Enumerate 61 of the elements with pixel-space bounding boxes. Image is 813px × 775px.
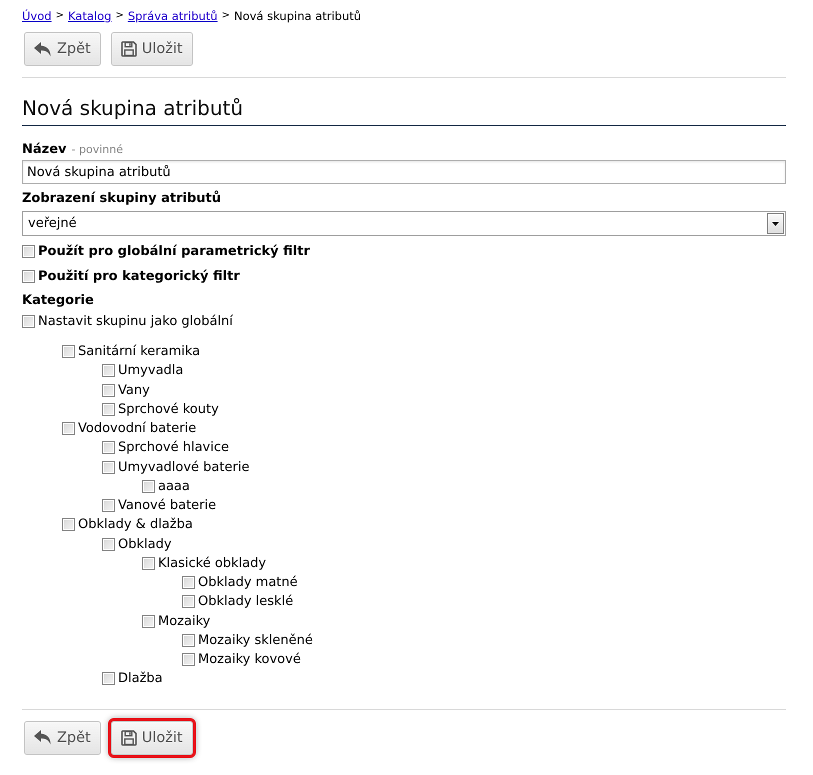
category-label[interactable]: Vanové baterie — [118, 498, 216, 514]
category-label[interactable]: Mozaiky kovové — [198, 652, 301, 668]
category-checkbox[interactable] — [102, 460, 115, 474]
category-checkbox[interactable] — [102, 672, 115, 686]
checkbox[interactable] — [22, 270, 35, 282]
breadcrumb-link[interactable]: Úvod — [22, 8, 52, 24]
back-button[interactable]: Zpět — [24, 720, 101, 754]
category-checkbox[interactable] — [62, 345, 75, 358]
category-label[interactable]: Obklady — [118, 536, 172, 552]
save-button[interactable]: Uložit — [110, 32, 193, 66]
checkbox-label[interactable]: Použít pro globální parametrický filtr — [38, 244, 310, 258]
breadcrumb-separator: > — [222, 9, 230, 23]
checkbox[interactable] — [22, 244, 35, 258]
category-label[interactable]: Vodovodní baterie — [78, 421, 196, 436]
category-checkbox[interactable] — [102, 538, 115, 551]
checkbox-label[interactable]: Použití pro kategorický filtr — [38, 268, 240, 284]
page-heading: Nová skupina atributů — [22, 96, 786, 126]
category-checkbox[interactable] — [62, 422, 75, 436]
section-label: Kategorie — [22, 293, 94, 309]
category-checkbox[interactable] — [182, 634, 195, 647]
reply-arrow-icon — [34, 42, 52, 56]
breadcrumb-link[interactable]: Správa atributů — [128, 8, 218, 24]
visibility-select[interactable]: veřejné — [22, 211, 786, 236]
breadcrumb-current: Nová skupina atributů — [234, 8, 362, 24]
category-label[interactable]: Sprchové kouty — [118, 402, 219, 417]
category-checkbox[interactable] — [182, 595, 195, 608]
category-label[interactable]: Umyvadla — [118, 363, 184, 378]
checkbox-label[interactable]: Nastavit skupinu jako globální — [38, 314, 233, 328]
category-label[interactable]: Obklady matné — [198, 575, 298, 590]
category-label[interactable]: Sanitární keramika — [78, 344, 200, 360]
category-checkbox[interactable] — [102, 384, 115, 397]
category-label[interactable]: Klasické obklady — [158, 556, 266, 571]
reply-arrow-icon — [34, 730, 52, 745]
category-label[interactable]: aaaa — [158, 478, 190, 494]
breadcrumb-separator: > — [115, 9, 124, 23]
back-button[interactable]: Zpět — [24, 32, 101, 66]
required-hint: - povinné — [72, 142, 123, 158]
category-checkbox[interactable] — [142, 614, 155, 628]
category-label[interactable]: Obklady & dlažba — [78, 517, 193, 532]
category-checkbox[interactable] — [142, 556, 155, 570]
category-checkbox[interactable] — [102, 402, 115, 416]
category-label[interactable]: Umyvadlové baterie — [118, 460, 250, 475]
category-checkbox[interactable] — [62, 518, 75, 532]
category-label[interactable]: Sprchové hlavice — [118, 440, 229, 456]
category-label[interactable]: Mozaiky — [158, 614, 210, 629]
category-label[interactable]: Obklady lesklé — [198, 594, 294, 610]
category-checkbox[interactable] — [182, 576, 195, 590]
field-label: Název — [22, 142, 67, 158]
checkbox[interactable] — [22, 314, 35, 328]
breadcrumb-separator: > — [56, 9, 64, 23]
category-checkbox[interactable] — [102, 364, 115, 378]
category-checkbox[interactable] — [102, 499, 115, 512]
category-label[interactable]: Vany — [118, 382, 150, 398]
category-checkbox[interactable] — [182, 653, 195, 666]
category-checkbox[interactable] — [102, 441, 115, 454]
category-checkbox[interactable] — [142, 480, 155, 493]
field-label: Zobrazení skupiny atributů — [22, 191, 222, 207]
category-label[interactable]: Dlažba — [118, 671, 163, 686]
breadcrumb-link[interactable]: Katalog — [68, 8, 112, 24]
name-input[interactable]: Nová skupina atributů — [22, 160, 786, 184]
category-label[interactable]: Mozaiky skleněné — [198, 632, 313, 648]
